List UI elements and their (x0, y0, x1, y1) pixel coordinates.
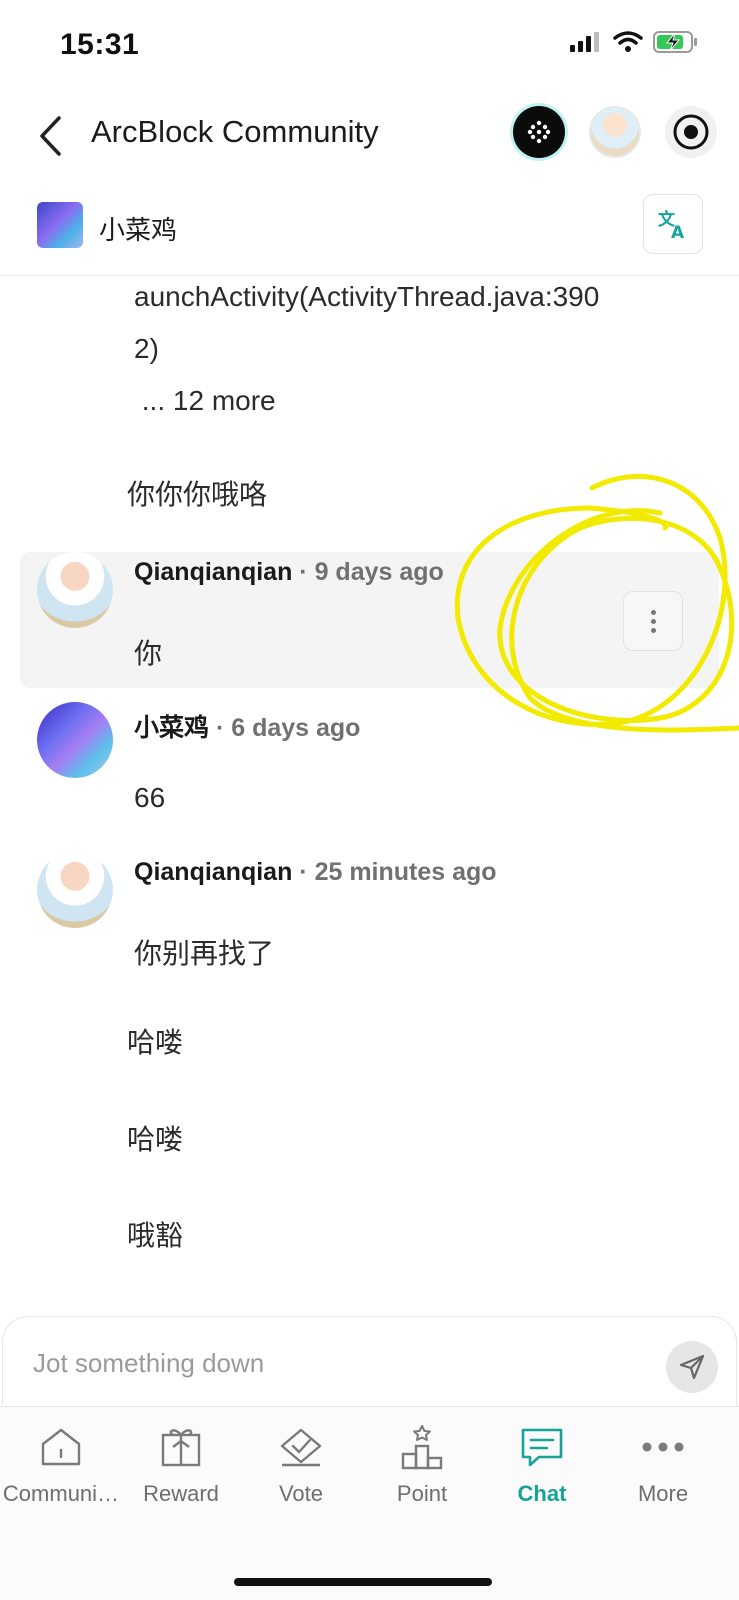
message-item[interactable]: Qianqianqian · 9 days ago 你 (20, 552, 719, 688)
user-avatar-button[interactable] (589, 106, 641, 158)
nav-item-chat[interactable]: Chat (481, 1423, 603, 1523)
svg-text:A: A (671, 223, 685, 241)
message-meta: Qianqianqian · 25 minutes ago (134, 858, 497, 887)
dots-grid-icon (527, 120, 551, 144)
message-meta: Qianqianqian · 9 days ago (134, 558, 444, 587)
podium-icon (398, 1423, 446, 1471)
message-time: · 9 days ago (292, 558, 444, 586)
author-name[interactable]: 小菜鸡 (134, 714, 209, 742)
record-icon (673, 114, 709, 150)
message-more-button[interactable] (623, 591, 683, 651)
message-text: 66 (134, 782, 166, 813)
more-icon (639, 1423, 687, 1471)
chat-icon (518, 1423, 566, 1471)
community-icon (37, 1423, 85, 1471)
bottom-navigation: Communi… Reward Vote Point Chat More (0, 1406, 739, 1600)
nav-label: Chat (517, 1481, 567, 1506)
message-text: ... 12 more (134, 385, 276, 416)
message-text: 哦豁 (127, 1220, 184, 1251)
dot (650, 609, 656, 615)
nav-label: Vote (278, 1481, 324, 1506)
message-item[interactable]: 小菜鸡 · 6 days ago 66 (20, 702, 719, 838)
translate-button[interactable]: 文 A (643, 194, 703, 254)
wifi-icon (613, 31, 643, 52)
send-button[interactable] (666, 1341, 718, 1393)
avatar[interactable] (37, 852, 113, 928)
message-time: · 6 days ago (209, 714, 361, 742)
record-button[interactable] (665, 106, 717, 158)
message-text: aunchActivity(ActivityThread.java:390 (134, 281, 600, 312)
dot (650, 618, 656, 624)
dot (650, 627, 656, 633)
page-title: ArcBlock Community (91, 114, 379, 149)
nav-item-reward[interactable]: Reward (120, 1423, 242, 1523)
app-header: ArcBlock Community (0, 92, 739, 180)
back-button[interactable] (28, 110, 72, 162)
nav-item-vote[interactable]: Vote (240, 1423, 362, 1523)
nav-item-more[interactable]: More (602, 1423, 724, 1523)
message-composer (2, 1316, 737, 1406)
author-name[interactable]: Qianqianqian (134, 858, 292, 886)
nav-label: More (637, 1481, 689, 1506)
chat-message-list[interactable]: aunchActivity(ActivityThread.java:390 2)… (0, 277, 739, 1317)
status-time: 15:31 (60, 28, 140, 61)
avatar[interactable] (37, 552, 113, 628)
message-text: 你别再找了 (134, 938, 275, 969)
status-bar: 15:31 (0, 0, 739, 92)
vote-icon (277, 1423, 325, 1471)
message-input[interactable] (33, 1343, 593, 1383)
channel-name: 小菜鸡 (99, 215, 178, 245)
message-text: 哈喽 (127, 1027, 184, 1058)
chevron-left-icon (40, 116, 61, 156)
message-time: · 25 minutes ago (292, 858, 497, 886)
nav-label: Communi… (2, 1481, 120, 1506)
header-actions (513, 106, 717, 158)
signal-icon (570, 32, 599, 52)
avatar[interactable] (37, 702, 113, 778)
author-name[interactable]: Qianqianqian (134, 558, 292, 586)
dapp-menu-button[interactable] (513, 106, 565, 158)
message-text: 2) (134, 333, 159, 364)
message-text: 你 (134, 638, 163, 669)
message-meta: 小菜鸡 · 6 days ago (134, 708, 360, 744)
message-text: 你你你哦咯 (127, 479, 268, 510)
message-item[interactable]: Qianqianqian · 25 minutes ago 你别再找了 (20, 852, 719, 988)
status-icons (569, 30, 699, 54)
nav-label: Point (396, 1481, 448, 1506)
message-text: 哈喽 (127, 1124, 184, 1155)
nav-item-point[interactable]: Point (361, 1423, 483, 1523)
translate-icon: 文 A (658, 209, 685, 241)
home-indicator[interactable] (234, 1578, 492, 1586)
channel-avatar (37, 202, 83, 248)
send-icon (679, 1354, 705, 1380)
battery-charging-icon (653, 31, 697, 53)
nav-label: Reward (143, 1481, 219, 1506)
channel-header: 小菜鸡 文 A (0, 194, 739, 276)
gift-icon (157, 1423, 205, 1471)
nav-item-community[interactable]: Communi… (0, 1423, 122, 1523)
